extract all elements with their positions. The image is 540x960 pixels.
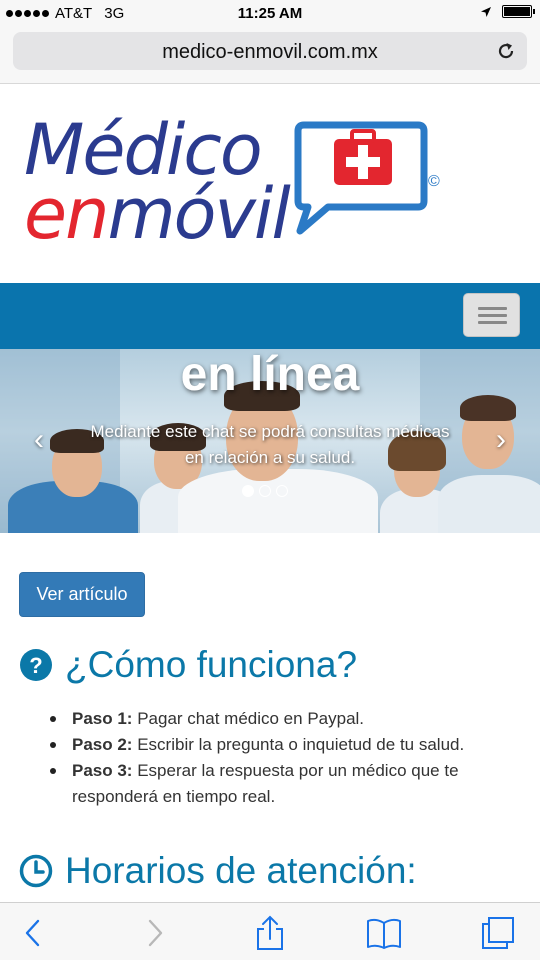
battery-icon — [502, 5, 535, 18]
step-label: Paso 2: — [72, 735, 133, 754]
hours-heading: Horarios de atención: — [19, 850, 417, 892]
bookmarks-icon[interactable] — [366, 915, 402, 951]
browser-address-area: medico-enmovil.com.mx — [0, 26, 540, 84]
location-arrow-icon — [481, 6, 491, 17]
carousel-indicator[interactable] — [242, 485, 254, 497]
site-header: Médico enmóvil © — [0, 85, 540, 283]
step-text: Escribir la pregunta o inquietud de tu s… — [137, 735, 465, 754]
medical-chat-bubble-icon — [294, 121, 428, 235]
list-item: Paso 2: Escribir la pregunta o inquietud… — [50, 732, 520, 758]
status-bar: AT&T 3G 11:25 AM — [0, 0, 540, 26]
view-article-button[interactable]: Ver artículo — [19, 572, 145, 617]
carousel-prev-arrow-icon[interactable]: ‹ — [28, 425, 50, 455]
carousel-indicator[interactable] — [276, 485, 288, 497]
url-text[interactable]: medico-enmovil.com.mx — [13, 41, 527, 64]
steps-list: Paso 1: Pagar chat médico en Paypal. Pas… — [50, 706, 520, 810]
carousel-indicator[interactable] — [259, 485, 271, 497]
hero-carousel: en línea Mediante este chat se podrá con… — [0, 349, 540, 533]
how-it-works-heading: ? ¿Cómo funciona? — [19, 644, 357, 686]
list-item: Paso 3: Esperar la respuesta por un médi… — [50, 758, 520, 810]
status-right — [480, 5, 535, 18]
list-item: Paso 1: Pagar chat médico en Paypal. — [50, 706, 520, 732]
logo-word-en: en — [24, 173, 109, 255]
share-icon[interactable] — [252, 915, 288, 951]
step-label: Paso 3: — [72, 761, 133, 780]
site-logo[interactable]: Médico enmóvil — [24, 115, 291, 249]
question-circle-icon: ? — [20, 649, 52, 681]
carousel-indicators — [242, 485, 288, 497]
forward-icon[interactable] — [136, 915, 172, 951]
reload-icon[interactable] — [495, 40, 517, 62]
tabs-icon[interactable] — [480, 915, 516, 951]
menu-toggle-button[interactable] — [463, 293, 520, 337]
logo-word-enmovil: enmóvil — [24, 179, 291, 249]
hours-title: Horarios de atención: — [65, 850, 417, 891]
step-label: Paso 1: — [72, 709, 133, 728]
browser-toolbar — [0, 902, 540, 960]
carousel-next-arrow-icon[interactable]: › — [490, 425, 512, 455]
status-time: 11:25 AM — [237, 5, 303, 22]
copyright-symbol: © — [428, 173, 440, 190]
address-bar[interactable]: medico-enmovil.com.mx — [13, 32, 527, 70]
carousel-caption: Mediante este chat se podrá consultas mé… — [90, 422, 450, 467]
svg-text:?: ? — [29, 653, 42, 678]
navigation-bar — [0, 283, 540, 349]
how-it-works-title: ¿Cómo funciona? — [65, 644, 358, 685]
step-text: Pagar chat médico en Paypal. — [137, 709, 365, 728]
back-icon[interactable] — [16, 915, 52, 951]
carousel-title: en línea — [180, 349, 360, 401]
logo-word-movil: móvil — [107, 173, 290, 255]
clock-icon — [19, 854, 53, 888]
